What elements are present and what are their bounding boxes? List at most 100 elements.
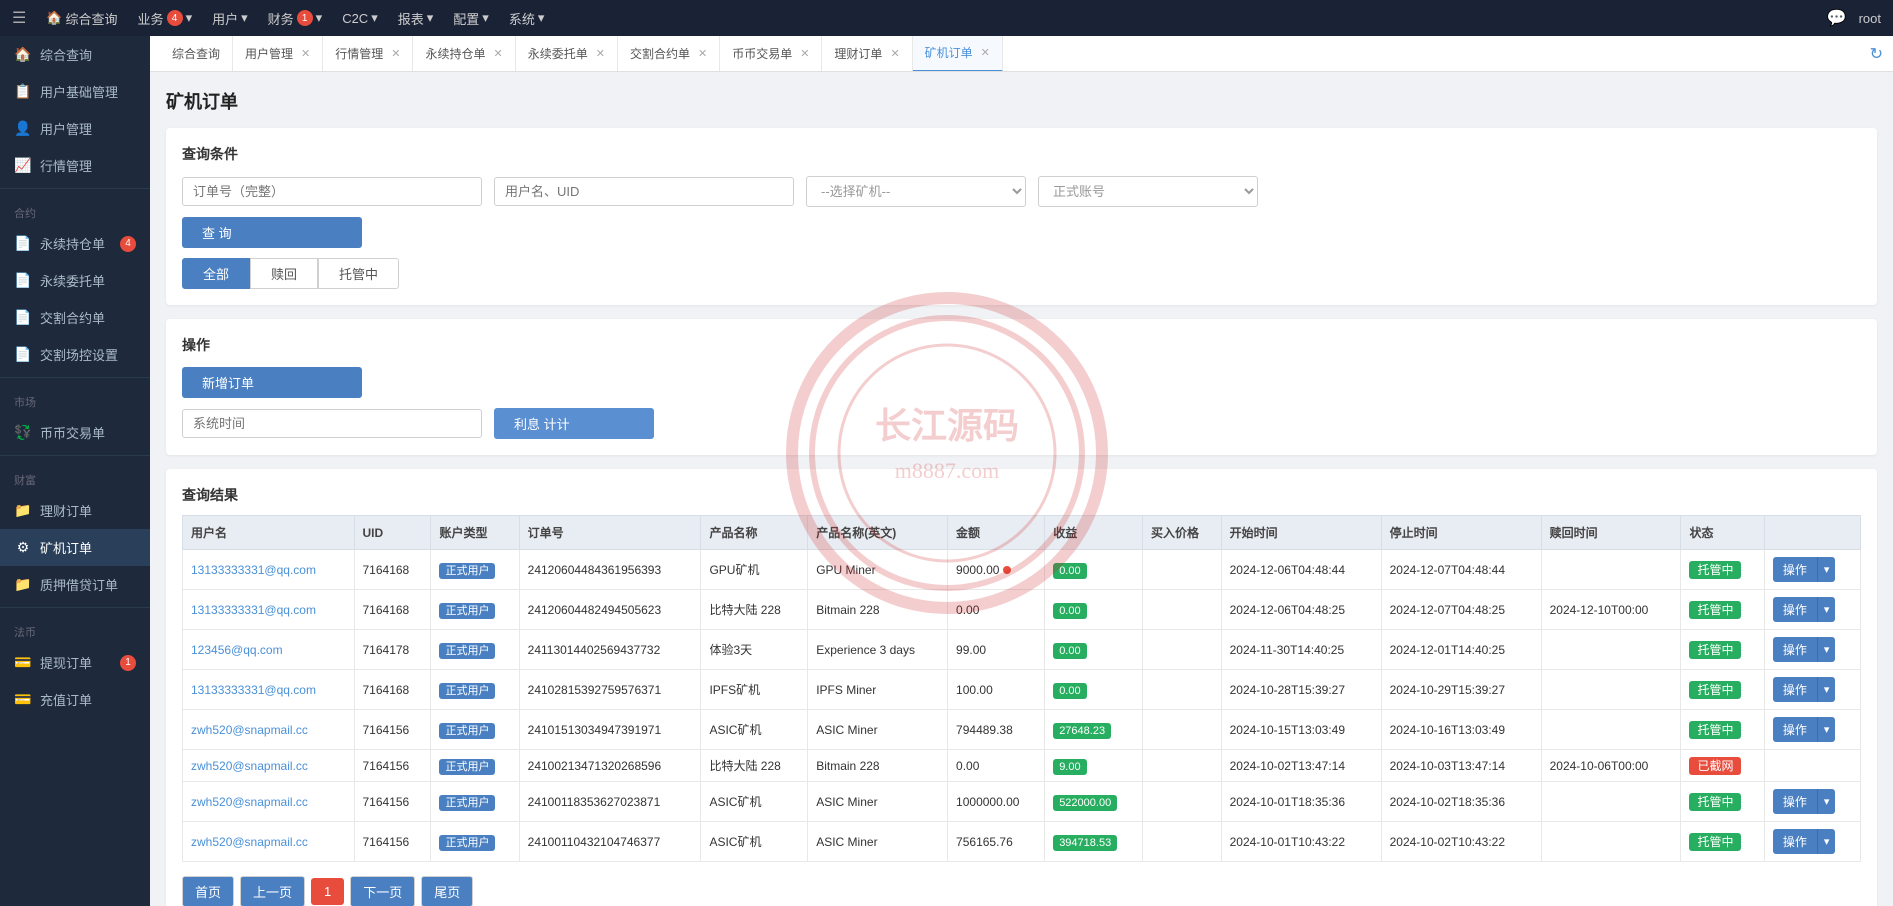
sidebar-item-充值订单[interactable]: 💳 充值订单 (0, 681, 150, 718)
table-row: zwh520@snapmail.cc 7164156 正式用户 24100118… (183, 782, 1861, 822)
close-tab-交割合约单[interactable]: ✕ (698, 47, 707, 60)
cell-order-no: 24120604482494505623 (519, 590, 701, 630)
nav-system[interactable]: 系统 ▾ (509, 9, 545, 28)
username-uid-input[interactable] (494, 177, 794, 206)
order-no-input[interactable] (182, 177, 482, 206)
miner-select[interactable]: --选择矿机-- (806, 176, 1026, 207)
sidebar-item-提现订单[interactable]: 💳 提现订单 1 (0, 644, 150, 681)
close-tab-永续委托单[interactable]: ✕ (596, 47, 605, 60)
cell-profit: 522000.00 (1045, 782, 1143, 822)
page-next-btn[interactable]: 下一页 (350, 876, 415, 906)
cell-username: zwh520@snapmail.cc (183, 782, 355, 822)
profit-badge: 0.00 (1053, 643, 1086, 659)
close-tab-行情管理[interactable]: ✕ (391, 47, 400, 60)
query-button[interactable]: 查 询 (182, 217, 362, 248)
filter-tab-redeem[interactable]: 赎回 (250, 258, 318, 289)
nav-c2c[interactable]: C2C ▾ (342, 10, 378, 26)
sidebar-item-用户管理[interactable]: 👤 用户管理 (0, 110, 150, 147)
sidebar-item-行情管理[interactable]: 📈 行情管理 (0, 147, 150, 184)
cell-product-name-en: ASIC Miner (808, 710, 948, 750)
nav-report[interactable]: 报表 ▾ (398, 9, 434, 28)
close-tab-理财订单[interactable]: ✕ (890, 47, 899, 60)
close-tab-永续持仓单[interactable]: ✕ (494, 47, 503, 60)
sidebar-item-币币交易单[interactable]: 💱 币币交易单 (0, 414, 150, 451)
tab-交割合约单[interactable]: 交割合约单 ✕ (618, 36, 720, 72)
hamburger-icon[interactable]: ☰ (12, 8, 26, 28)
tab-综合查询[interactable]: 综合查询 (160, 36, 233, 72)
sys-time-input[interactable] (182, 409, 482, 438)
sidebar-item-交割场控设置[interactable]: 📄 交割场控设置 (0, 336, 150, 373)
sidebar-item-用户基础管理[interactable]: 📋 用户基础管理 (0, 73, 150, 110)
cell-username: zwh520@snapmail.cc (183, 750, 355, 782)
message-icon[interactable]: 💬 (1827, 8, 1847, 28)
cell-buy-price (1143, 822, 1222, 862)
cell-status: 托管中 (1681, 630, 1764, 670)
tab-用户管理[interactable]: 用户管理 ✕ (233, 36, 323, 72)
tab-理财订单[interactable]: 理财订单 ✕ (822, 36, 912, 72)
sidebar-item-永续持仓单[interactable]: 📄 永续持仓单 4 (0, 225, 150, 262)
cell-product-name-en: Experience 3 days (808, 630, 948, 670)
nav-business[interactable]: 业务 4 ▾ (138, 9, 193, 28)
page-first-btn[interactable]: 首页 (182, 876, 234, 906)
sidebar-item-矿机订单[interactable]: ⚙ 矿机订单 (0, 529, 150, 566)
tab-矿机订单[interactable]: 矿机订单 ✕ (913, 36, 1003, 72)
close-tab-币币交易单[interactable]: ✕ (800, 47, 809, 60)
table-row: zwh520@snapmail.cc 7164156 正式用户 24101513… (183, 710, 1861, 750)
cell-uid: 7164156 (354, 782, 431, 822)
action-dropdown-btn[interactable]: ▾ (1817, 789, 1836, 814)
account-type-select[interactable]: 正式账号 测试账号 (1038, 176, 1258, 207)
cell-buy-price (1143, 782, 1222, 822)
cell-redeem-time (1541, 822, 1681, 862)
action-button[interactable]: 操作 (1773, 597, 1817, 622)
action-button[interactable]: 操作 (1773, 557, 1817, 582)
page-current-btn[interactable]: 1 (311, 878, 344, 905)
action-dropdown-btn[interactable]: ▾ (1817, 637, 1836, 662)
action-button[interactable]: 操作 (1773, 829, 1817, 854)
sidebar-item-综合查询[interactable]: 🏠 综合查询 (0, 36, 150, 73)
cell-stop-time: 2024-10-29T15:39:27 (1381, 670, 1541, 710)
cell-buy-price (1143, 630, 1222, 670)
refresh-icon[interactable]: ↻ (1870, 44, 1883, 64)
col-header-profit: 收益 (1045, 516, 1143, 550)
action-dropdown-btn[interactable]: ▾ (1817, 677, 1836, 702)
nav-user[interactable]: 用户 ▾ (212, 9, 248, 28)
sidebar-item-永续委托单[interactable]: 📄 永续委托单 (0, 262, 150, 299)
action-dropdown-btn[interactable]: ▾ (1817, 717, 1836, 742)
page-prev-btn[interactable]: 上一页 (240, 876, 305, 906)
tab-行情管理[interactable]: 行情管理 ✕ (323, 36, 413, 72)
filter-tab-hosting[interactable]: 托管中 (318, 258, 399, 289)
nav-finance[interactable]: 财务 1 ▾ (268, 9, 323, 28)
action-dropdown-btn[interactable]: ▾ (1817, 557, 1836, 582)
action-button[interactable]: 操作 (1773, 637, 1817, 662)
top-nav: ☰ 🏠 综合查询 业务 4 ▾ 用户 ▾ 财务 1 ▾ C2C ▾ 报表 ▾ 配… (0, 0, 1893, 36)
action-button[interactable]: 操作 (1773, 789, 1817, 814)
sidebar-item-理财订单[interactable]: 📁 理财订单 (0, 492, 150, 529)
tab-永续持仓单[interactable]: 永续持仓单 ✕ (413, 36, 515, 72)
cell-redeem-time (1541, 710, 1681, 750)
action-button[interactable]: 操作 (1773, 677, 1817, 702)
cell-status: 托管中 (1681, 670, 1764, 710)
cell-profit: 9.00 (1045, 750, 1143, 782)
tab-永续委托单[interactable]: 永续委托单 ✕ (516, 36, 618, 72)
cell-product-name: GPU矿机 (701, 550, 808, 590)
page-last-btn[interactable]: 尾页 (421, 876, 473, 906)
finance-section-title: 财富 (0, 460, 150, 492)
nav-home[interactable]: 🏠 综合查询 (46, 9, 117, 28)
sidebar-item-交割合约单[interactable]: 📄 交割合约单 (0, 299, 150, 336)
action-dropdown-btn[interactable]: ▾ (1817, 829, 1836, 854)
market-section-title: 市场 (0, 382, 150, 414)
action-button[interactable]: 操作 (1773, 717, 1817, 742)
tab-币币交易单[interactable]: 币币交易单 ✕ (720, 36, 822, 72)
cell-product-name: ASIC矿机 (701, 710, 808, 750)
sidebar-item-质押借贷订单[interactable]: 📁 质押借贷订单 (0, 566, 150, 603)
col-header-product-name-en: 产品名称(英文) (808, 516, 948, 550)
cell-product-name-en: GPU Miner (808, 550, 948, 590)
add-order-button[interactable]: 新增订单 (182, 367, 362, 398)
close-tab-矿机订单[interactable]: ✕ (981, 46, 990, 59)
interest-calc-button[interactable]: 利息 计计 (494, 408, 654, 439)
action-dropdown-btn[interactable]: ▾ (1817, 597, 1836, 622)
nav-config[interactable]: 配置 ▾ (453, 9, 489, 28)
close-tab-用户管理[interactable]: ✕ (301, 47, 310, 60)
filter-tab-all[interactable]: 全部 (182, 258, 250, 289)
profit-badge: 522000.00 (1053, 795, 1117, 811)
